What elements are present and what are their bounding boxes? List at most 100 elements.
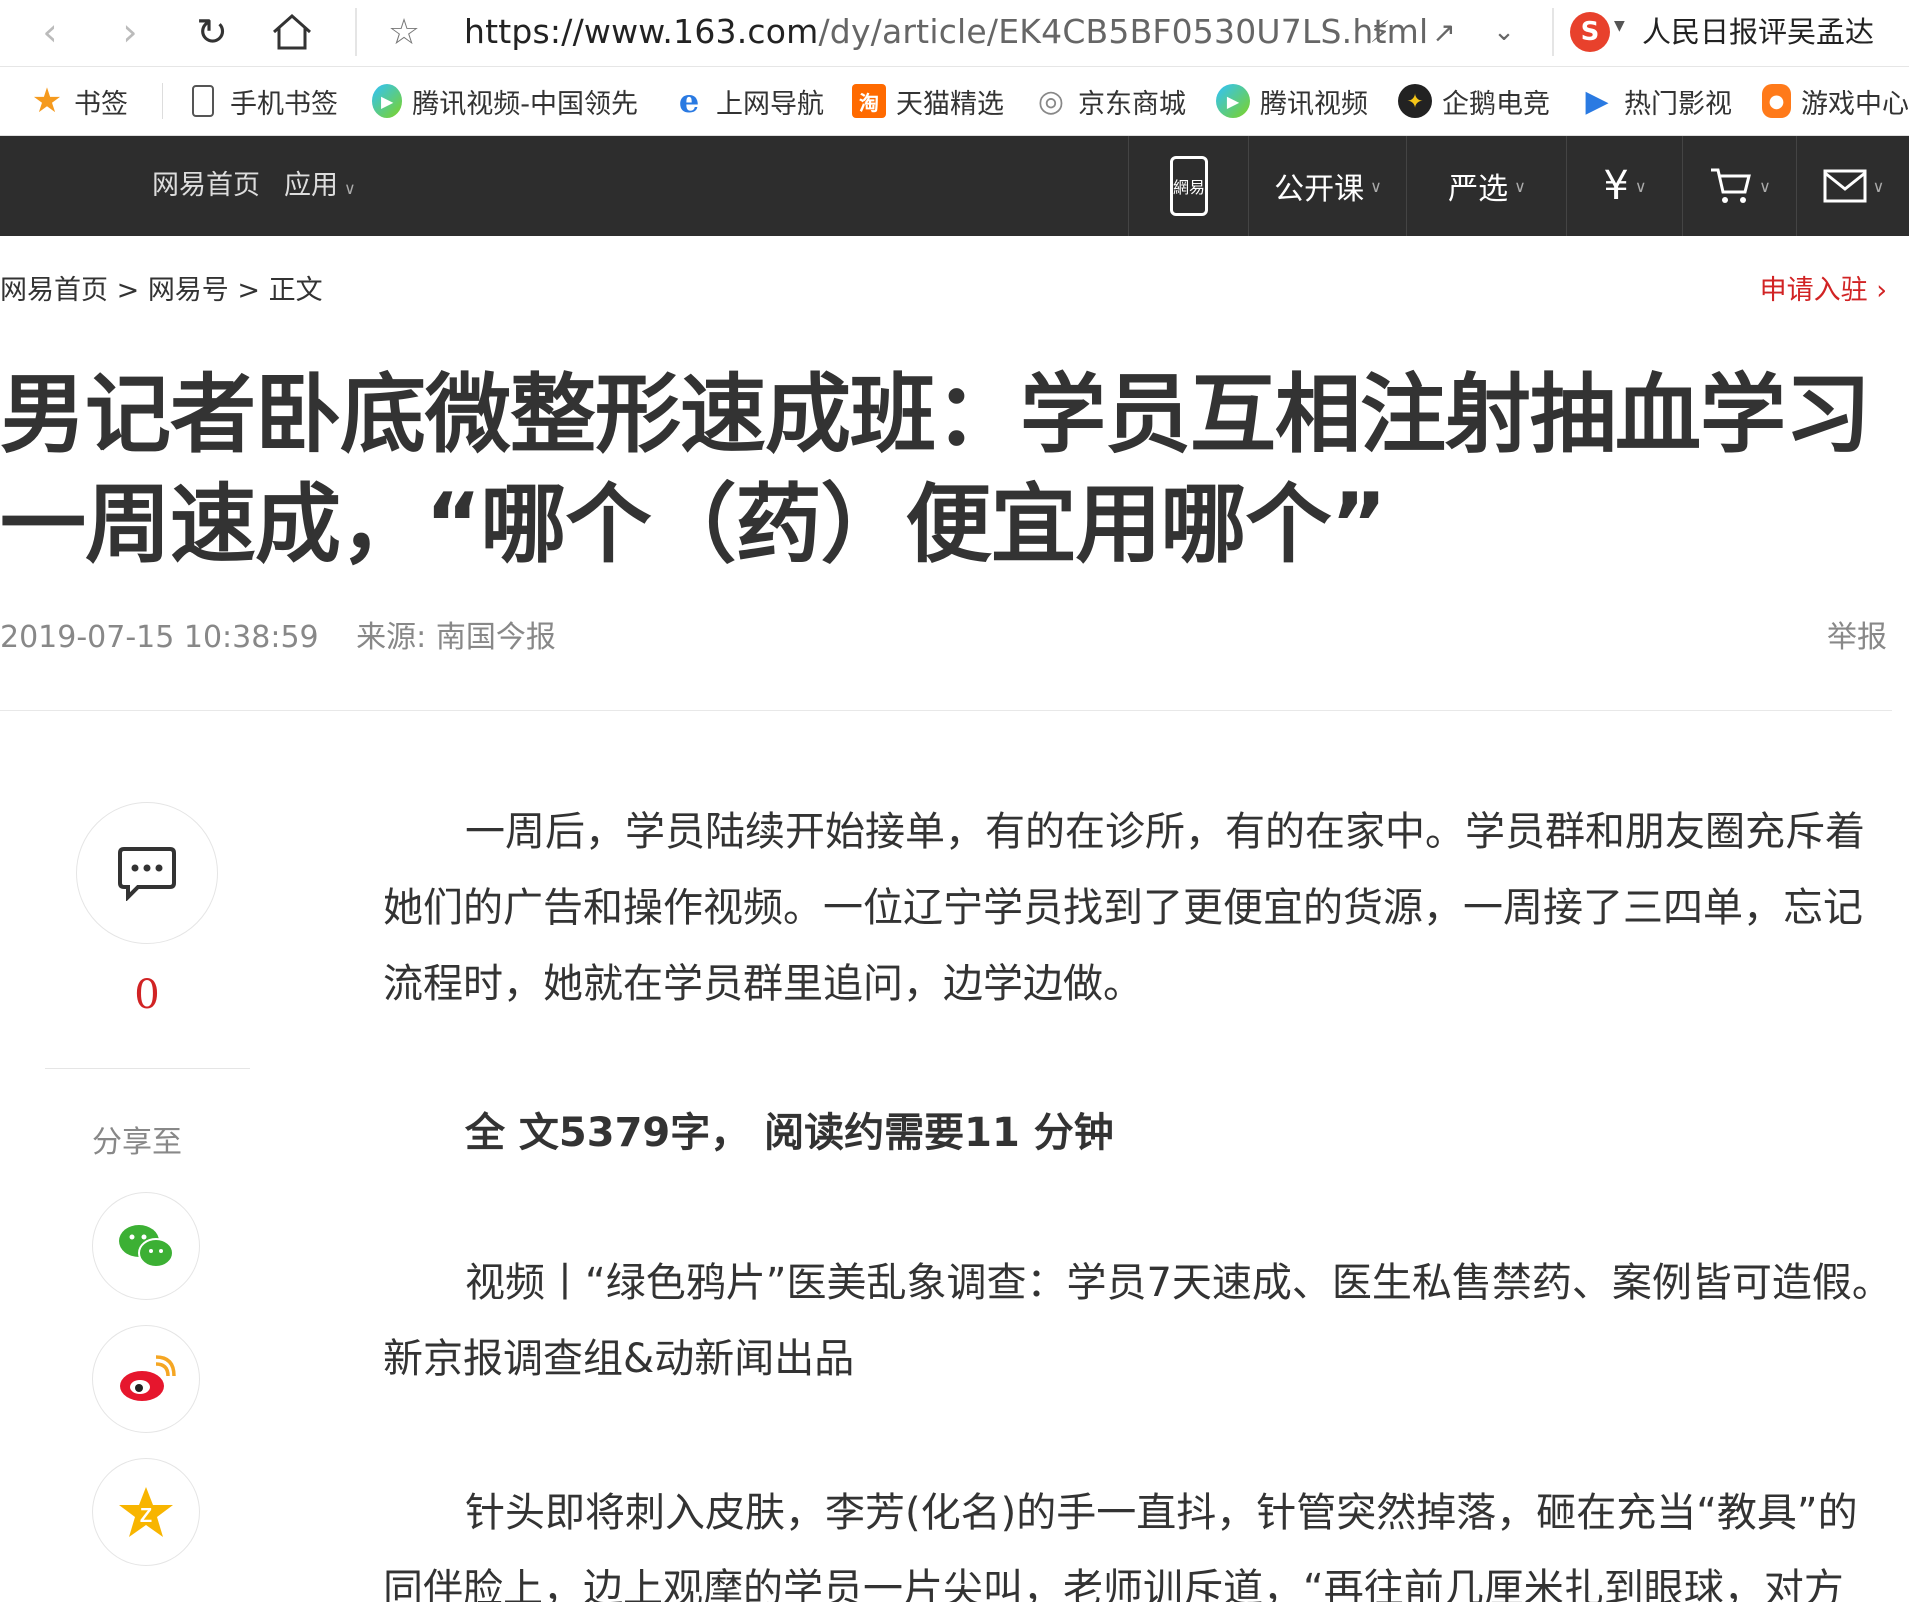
- wechat-icon: [119, 1225, 174, 1268]
- globe-icon: ◎: [1037, 83, 1065, 119]
- cart-icon: [1711, 168, 1752, 203]
- apply-join-link[interactable]: 申请入驻 ›: [1760, 268, 1887, 307]
- bookmark-label: 上网导航: [716, 88, 824, 120]
- home-icon[interactable]: [266, 6, 318, 58]
- nav-home-link[interactable]: 网易首页: [152, 136, 260, 236]
- back-icon[interactable]: ‹: [24, 6, 76, 58]
- publish-time: 2019-07-15 10:38:59: [0, 620, 319, 655]
- article-source[interactable]: 来源: 南国今报: [356, 620, 556, 655]
- nav-yanxuan-label: 严选: [1448, 172, 1509, 207]
- bookmark-item[interactable]: 淘天猫精选: [852, 67, 1004, 135]
- tencent-video-icon: ▶: [1216, 84, 1250, 118]
- bookmark-item[interactable]: ▶ 腾讯视频-中国领先: [372, 67, 638, 135]
- refresh-icon[interactable]: ↻: [186, 6, 238, 58]
- bookmark-label: 企鹅电竞: [1442, 88, 1550, 120]
- bookmark-label: 热门影视: [1624, 88, 1732, 120]
- bookmark-item[interactable]: ▶ 热门影视: [1580, 67, 1732, 135]
- chevron-down-icon: ∨: [344, 179, 356, 198]
- breadcrumb-separator: >: [237, 275, 261, 306]
- bookmark-item[interactable]: 手机书签: [186, 67, 338, 135]
- reading-summary: 全 文5379字， 阅读约需要11 分钟: [465, 1110, 1114, 1156]
- bookmark-item[interactable]: ● 游戏中心: [1762, 67, 1909, 135]
- browser-address-bar: ‹ › ↻ ☆ https://www.163.com/dy/article/E…: [0, 0, 1909, 67]
- share-qzone-button[interactable]: Z: [92, 1458, 200, 1566]
- sogou-search-icon[interactable]: S: [1570, 12, 1610, 52]
- nav-opencourse[interactable]: 公开课 ∨: [1248, 136, 1407, 236]
- bookmark-item[interactable]: ★ 书签: [30, 67, 128, 135]
- weibo-icon: [120, 1355, 176, 1401]
- bookmark-star-icon[interactable]: ☆: [378, 6, 430, 58]
- bookmark-label: 天猫精选: [896, 88, 1004, 120]
- nav-apps-label: 应用: [284, 170, 338, 201]
- article-paragraph: 一周后，学员陆续开始接单，有的在诊所，有的在家中。学员群和朋友圈充斥着她们的广告…: [383, 809, 1865, 1007]
- nav-apps-menu[interactable]: 应用 ∨: [284, 136, 356, 236]
- rail-divider: [45, 1068, 250, 1069]
- nav-yanxuan[interactable]: 严选 ∨: [1406, 136, 1567, 236]
- chevron-right-icon: ›: [1876, 275, 1887, 306]
- bookmark-item[interactable]: e 上网导航: [672, 67, 824, 135]
- phone-icon: [186, 84, 220, 118]
- share-label: 分享至: [92, 1125, 182, 1160]
- play-icon: ▶: [1585, 83, 1609, 119]
- site-nav: 网易首页 应用 ∨ 網易 公开课 ∨ 严选 ∨ ¥ ∨ ∨ ∨: [0, 136, 1909, 236]
- bookmark-label: 书签: [74, 88, 128, 120]
- toolbar-divider: [355, 8, 357, 56]
- breadcrumb: 网易首页 > 网易号 > 正文: [0, 268, 323, 307]
- breadcrumb-separator: >: [116, 275, 140, 306]
- bookmark-label: 游戏中心: [1801, 88, 1909, 120]
- lightning-icon[interactable]: ⚡: [1354, 6, 1406, 58]
- article-meta: 2019-07-15 10:38:59 来源: 南国今报: [0, 612, 556, 656]
- nav-mobile-app[interactable]: 網易: [1128, 136, 1249, 236]
- mail-icon: [1823, 169, 1867, 203]
- toolbar-divider: [1552, 8, 1554, 56]
- tencent-video-icon: ▶: [372, 84, 403, 118]
- breadcrumb-current: 正文: [268, 275, 323, 306]
- svg-text:Z: Z: [140, 1505, 152, 1527]
- bookmark-divider: [162, 83, 163, 119]
- header-divider: [0, 710, 1892, 711]
- star-icon: ★: [31, 81, 63, 121]
- comment-icon: [118, 847, 176, 901]
- report-link[interactable]: 举报: [1827, 612, 1887, 656]
- chevron-down-icon: ∨: [1370, 176, 1382, 196]
- gamepad-icon: ●: [1762, 84, 1791, 118]
- comment-button[interactable]: [76, 802, 218, 944]
- search-input[interactable]: 人民日报评吴孟达: [1642, 6, 1874, 58]
- article-title: 男记者卧底微整形速成班：学员互相注射抽血学习一周速成，“哪个（药）便宜用哪个”: [0, 365, 1871, 575]
- apply-join-label: 申请入驻: [1759, 275, 1868, 306]
- bookmark-label: 腾讯视频: [1260, 88, 1368, 120]
- mobile-logo-text: 網易: [1173, 178, 1206, 197]
- comment-count[interactable]: 0: [120, 972, 174, 1018]
- bookmarks-bar: ★ 书签 手机书签 ▶ 腾讯视频-中国领先 e 上网导航 淘天猫精选 ◎ 京东商城 ▶ 腾…: [0, 67, 1909, 136]
- chevron-down-icon: ∨: [1759, 176, 1771, 196]
- nav-mail[interactable]: ∨: [1796, 136, 1909, 236]
- breadcrumb-hao[interactable]: 网易号: [148, 275, 229, 306]
- forward-icon[interactable]: ›: [104, 6, 156, 58]
- chevron-down-icon: ∨: [1872, 176, 1885, 196]
- url-host: https://www.163.com: [464, 12, 819, 51]
- url-field[interactable]: https://www.163.com/dy/article/EK4CB5BF0…: [464, 6, 1428, 58]
- bookmark-label: 手机书签: [230, 88, 338, 120]
- nav-cart[interactable]: ∨: [1682, 136, 1797, 236]
- nav-opencourse-label: 公开课: [1274, 172, 1365, 207]
- breadcrumb-home[interactable]: 网易首页: [0, 275, 108, 306]
- chevron-down-icon: ∨: [1634, 176, 1647, 196]
- share-wechat-button[interactable]: [92, 1192, 200, 1300]
- bookmark-item[interactable]: ▶ 腾讯视频: [1216, 67, 1368, 135]
- article-paragraph: 视频丨“绿色鸦片”医美乱象调查：学员7天速成、医生私售禁药、案例皆可造假。新京报…: [383, 1260, 1892, 1382]
- share-weibo-button[interactable]: [92, 1325, 200, 1433]
- nav-wallet[interactable]: ¥ ∨: [1566, 136, 1683, 236]
- mobile-phone-icon: 網易: [1170, 156, 1208, 216]
- search-engine-caret-icon[interactable]: ▼: [1614, 18, 1625, 34]
- qzone-star-icon: Z: [119, 1487, 173, 1537]
- yuan-icon: ¥: [1603, 163, 1629, 209]
- article-paragraph: 针头即将刺入皮肤，李芳(化名)的手一直抖，针管突然掉落，砸在充当“教具”的同伴脸…: [383, 1490, 1858, 1602]
- bookmark-item[interactable]: ✦ 企鹅电竞: [1398, 67, 1550, 135]
- dropdown-icon[interactable]: ⌄: [1478, 6, 1530, 58]
- share-icon[interactable]: ↗: [1418, 6, 1470, 58]
- url-path: /dy/article/EK4CB5BF0530U7LS.html: [818, 12, 1429, 51]
- bookmark-label: 京东商城: [1078, 88, 1186, 120]
- taobao-icon: 淘: [852, 84, 886, 118]
- chevron-down-icon: ∨: [1514, 176, 1526, 196]
- bookmark-item[interactable]: ◎ 京东商城: [1034, 67, 1186, 135]
